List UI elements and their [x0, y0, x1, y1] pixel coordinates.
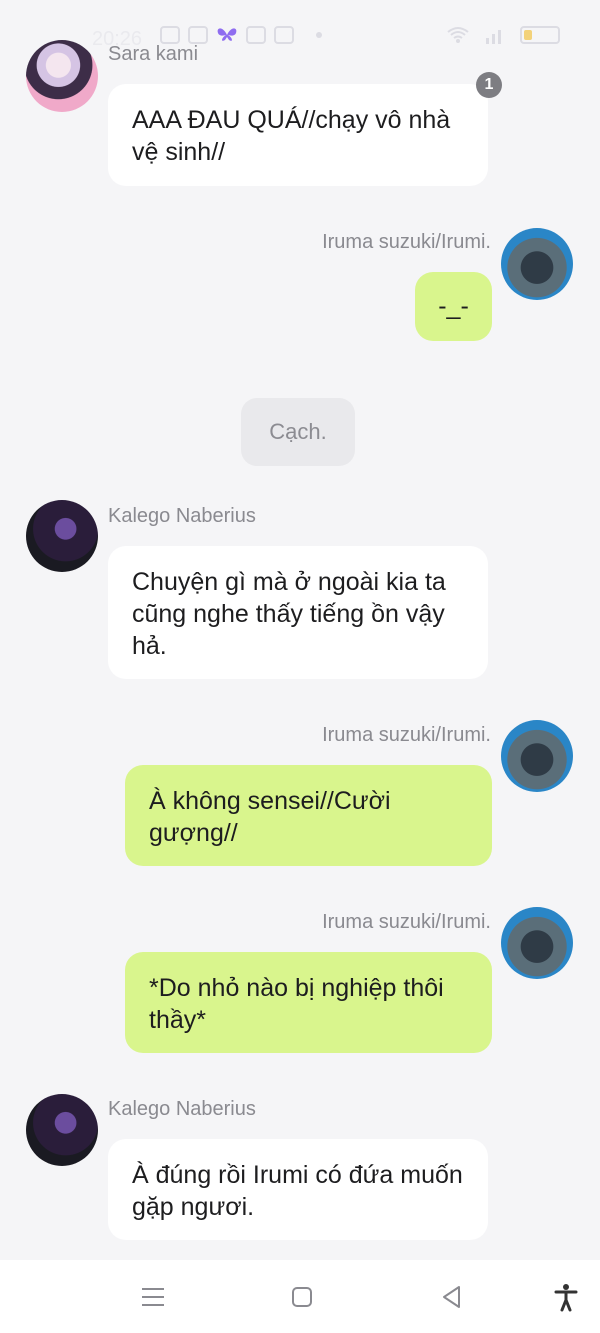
message-text: *Do nhỏ nào bị nghiệp thôi thầy* — [149, 974, 444, 1034]
accessibility-icon[interactable] — [551, 1282, 581, 1312]
butterfly-icon — [217, 28, 237, 41]
signal-icon — [486, 30, 501, 44]
sender-name: Sara kami — [108, 43, 199, 65]
avatar[interactable] — [26, 1094, 98, 1166]
app-notification-icon — [188, 26, 208, 44]
back-icon[interactable] — [437, 1282, 467, 1312]
message-text: Chuyện gì mà ở ngoài kia ta cũng nghe th… — [132, 568, 446, 660]
more-notifications-icon — [316, 32, 322, 38]
message-bubble[interactable]: AAA ĐAU QUÁ//chạy vô nhà vệ sinh// — [108, 84, 488, 186]
message-text: À không sensei//Cười gượng// — [149, 787, 391, 847]
message-text: À đúng rồi Irumi có đứa muốn gặp ngươi. — [132, 1161, 463, 1221]
sender-name: Iruma suzuki/Irumi. — [322, 724, 491, 746]
avatar[interactable] — [26, 500, 98, 572]
sender-name: Iruma suzuki/Irumi. — [322, 911, 491, 933]
message-bubble[interactable]: À không sensei//Cười gượng// — [125, 765, 492, 866]
sender-name: Iruma suzuki/Irumi. — [322, 231, 491, 253]
message-bubble[interactable]: *Do nhỏ nào bị nghiệp thôi thầy* — [125, 952, 492, 1053]
wifi-icon — [447, 27, 469, 43]
menu-icon[interactable] — [138, 1282, 168, 1312]
avatar[interactable] — [26, 40, 98, 112]
message-bubble[interactable]: Chuyện gì mà ở ngoài kia ta cũng nghe th… — [108, 546, 488, 679]
notification-icons — [160, 26, 322, 44]
avatar[interactable] — [501, 228, 573, 300]
narration-text: Cạch. — [269, 419, 327, 444]
message-text: AAA ĐAU QUÁ//chạy vô nhà vệ sinh// — [132, 106, 451, 166]
home-icon[interactable] — [287, 1282, 317, 1312]
app-notification-icon — [246, 26, 266, 44]
message-text: -_- — [438, 292, 469, 320]
narration-bubble: Cạch. — [241, 398, 355, 466]
battery-icon — [520, 26, 560, 44]
sender-name: Kalego Naberius — [108, 505, 256, 527]
sender-name: Kalego Naberius — [108, 1098, 256, 1120]
app-notification-icon — [274, 26, 294, 44]
system-status-icons — [446, 26, 560, 44]
avatar[interactable] — [501, 720, 573, 792]
app-notification-icon — [160, 26, 180, 44]
system-navigation-bar — [0, 1260, 600, 1333]
message-bubble[interactable]: À đúng rồi Irumi có đứa muốn gặp ngươi. — [108, 1139, 488, 1240]
unread-badge: 1 — [476, 72, 502, 98]
avatar[interactable] — [501, 907, 573, 979]
message-bubble[interactable]: -_- — [415, 272, 492, 341]
